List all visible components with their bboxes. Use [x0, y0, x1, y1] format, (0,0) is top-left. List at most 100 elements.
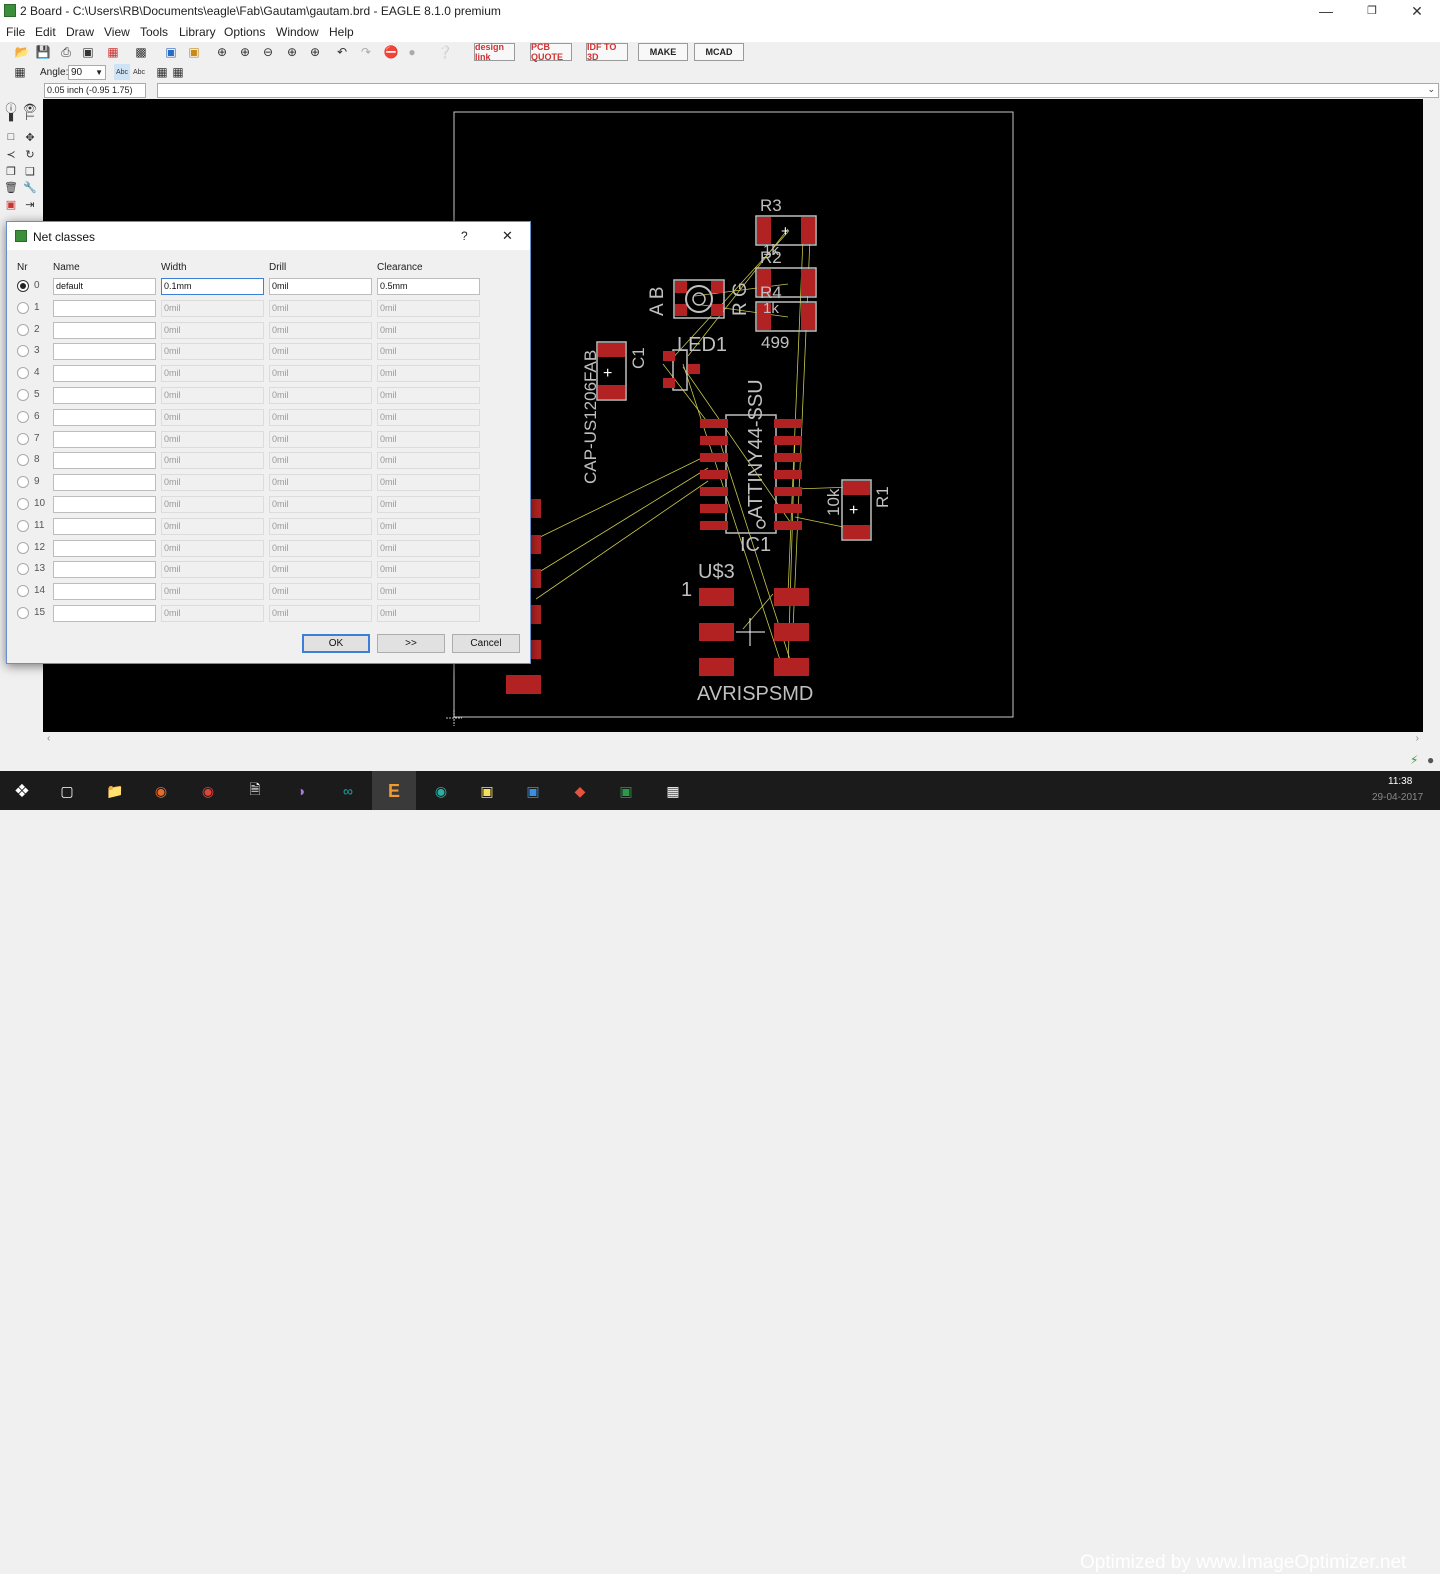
angle-select[interactable]: 90 ▼	[68, 65, 106, 80]
width-field[interactable]: 0mil	[161, 387, 264, 404]
width-field[interactable]: 0mil	[161, 321, 264, 339]
script-icon[interactable]: ▣	[163, 44, 179, 60]
more-button[interactable]: >>	[377, 634, 445, 653]
menu-library[interactable]: Library	[179, 25, 216, 39]
redo-icon[interactable]: ↷	[358, 44, 374, 60]
zoom-redraw-icon[interactable]: ⊕	[284, 44, 300, 60]
scroll-right-icon[interactable]: ›	[1416, 733, 1419, 744]
horizontal-scrollbar[interactable]: ‹ ›	[43, 732, 1423, 749]
zoom-select-icon[interactable]: ⊕	[307, 44, 323, 60]
print-icon[interactable]: ⎙	[58, 44, 74, 60]
row-radio[interactable]	[17, 607, 29, 619]
open-icon[interactable]: 📂	[14, 44, 30, 60]
drill-field[interactable]: 0mil	[269, 496, 372, 513]
go-icon[interactable]: ●	[1427, 753, 1434, 767]
row-radio[interactable]	[17, 410, 29, 423]
file-explorer-icon[interactable]: 📁	[104, 780, 126, 802]
paste-icon[interactable]: ❑	[23, 164, 37, 178]
idf-to-3d-button[interactable]: IDF TO 3D	[586, 42, 628, 62]
excel-icon[interactable]: ▣	[615, 780, 637, 802]
drill-field[interactable]: 0mil	[269, 583, 372, 601]
name-field[interactable]	[53, 539, 156, 557]
clearance-field[interactable]: 0mil	[377, 605, 480, 622]
row-radio[interactable]	[17, 454, 29, 467]
row-radio[interactable]	[17, 541, 29, 554]
group-icon[interactable]: □	[4, 130, 18, 144]
menu-file[interactable]: File	[6, 25, 25, 39]
notepad-icon[interactable]: 🗎	[244, 780, 266, 802]
name-field[interactable]	[53, 408, 156, 426]
stop-icon[interactable]: ⛔	[383, 44, 399, 60]
pcb-quote-button[interactable]: PCB QUOTE	[530, 42, 572, 62]
zoom-in-icon[interactable]: ⊕	[237, 44, 253, 60]
clearance-field[interactable]: 0mil	[377, 299, 480, 317]
cam-icon[interactable]: ▣	[80, 44, 96, 60]
row-radio[interactable]	[17, 323, 29, 336]
mirror-tool-icon[interactable]: ≺	[4, 147, 18, 161]
name-field[interactable]	[53, 430, 156, 448]
row-radio[interactable]	[17, 389, 29, 401]
name-field[interactable]	[53, 561, 156, 579]
drill-field[interactable]: 0mil	[269, 605, 372, 622]
drill-field[interactable]: 0mil	[269, 365, 372, 383]
clearance-field[interactable]: 0mil	[377, 387, 480, 404]
drill-field[interactable]: 0mil	[269, 474, 372, 492]
row-radio[interactable]	[17, 432, 29, 445]
copy-icon[interactable]: ❐	[4, 164, 18, 178]
zoom-out-icon[interactable]: ⊖	[260, 44, 276, 60]
clearance-field[interactable]: 0mil	[377, 408, 480, 426]
layout-icon[interactable]: ▦	[154, 64, 170, 80]
drill-field[interactable]: 0mil	[269, 408, 372, 426]
rotate-icon[interactable]: ↻	[23, 147, 37, 161]
help-button[interactable]: ?	[461, 229, 468, 243]
width-field[interactable]: 0mil	[161, 561, 264, 579]
row-radio[interactable]	[17, 345, 29, 358]
task-view-icon[interactable]: ▢	[56, 780, 78, 802]
row-radio[interactable]	[17, 519, 29, 532]
name-field[interactable]	[53, 365, 156, 383]
menu-view[interactable]: View	[104, 25, 130, 39]
drill-field[interactable]: 0mil	[269, 387, 372, 404]
row-radio[interactable]	[17, 498, 29, 510]
windows-start-icon[interactable]: ❖	[11, 780, 33, 802]
clearance-field[interactable]: 0mil	[377, 496, 480, 513]
clearance-field[interactable]: 0mil	[377, 321, 480, 339]
command-input[interactable]: ⌄	[157, 83, 1439, 98]
width-field[interactable]: 0mil	[161, 430, 264, 448]
undo-icon[interactable]: ↶	[334, 44, 350, 60]
board-schematic-icon[interactable]: ▦	[105, 44, 121, 60]
name-field[interactable]	[53, 387, 156, 404]
drill-field[interactable]: 0mil	[269, 561, 372, 579]
ulp-run-icon[interactable]: ▣	[186, 44, 202, 60]
width-field[interactable]: 0mil	[161, 408, 264, 426]
width-field[interactable]: 0mil	[161, 605, 264, 622]
menu-options[interactable]: Options	[224, 25, 265, 39]
close-button[interactable]: ✕	[1394, 0, 1440, 22]
width-field[interactable]: 0mil	[161, 365, 264, 383]
row-radio[interactable]	[17, 585, 29, 598]
name-field[interactable]: default	[53, 278, 156, 295]
ok-button[interactable]: OK	[302, 634, 370, 653]
clearance-field[interactable]: 0mil	[377, 452, 480, 470]
dialog-close-button[interactable]: ✕	[502, 228, 513, 244]
cancel-button[interactable]: Cancel	[452, 634, 520, 653]
help-icon[interactable]: ❔	[437, 44, 453, 60]
width-field[interactable]: 0.1mm	[161, 278, 264, 295]
menu-help[interactable]: Help	[329, 25, 354, 39]
scroll-left-icon[interactable]: ‹	[47, 733, 50, 744]
layout-alt-icon[interactable]: ▦	[170, 64, 186, 80]
add-icon[interactable]: ▣	[4, 197, 18, 211]
spin-icon[interactable]: Abc	[131, 64, 147, 80]
name-field[interactable]	[53, 474, 156, 492]
inkscape-icon[interactable]: ◉	[430, 780, 452, 802]
width-field[interactable]: 0mil	[161, 583, 264, 601]
width-field[interactable]: 0mil	[161, 299, 264, 317]
name-field[interactable]	[53, 605, 156, 622]
design-link-button[interactable]: design link	[474, 42, 515, 62]
row-radio[interactable]	[17, 301, 29, 314]
make-button[interactable]: MAKE	[638, 43, 688, 61]
arduino-icon[interactable]: ∞	[337, 780, 359, 802]
row-radio[interactable]	[17, 476, 29, 489]
sticky-notes-icon[interactable]: ▣	[476, 780, 498, 802]
drill-field[interactable]: 0mil	[269, 278, 372, 295]
